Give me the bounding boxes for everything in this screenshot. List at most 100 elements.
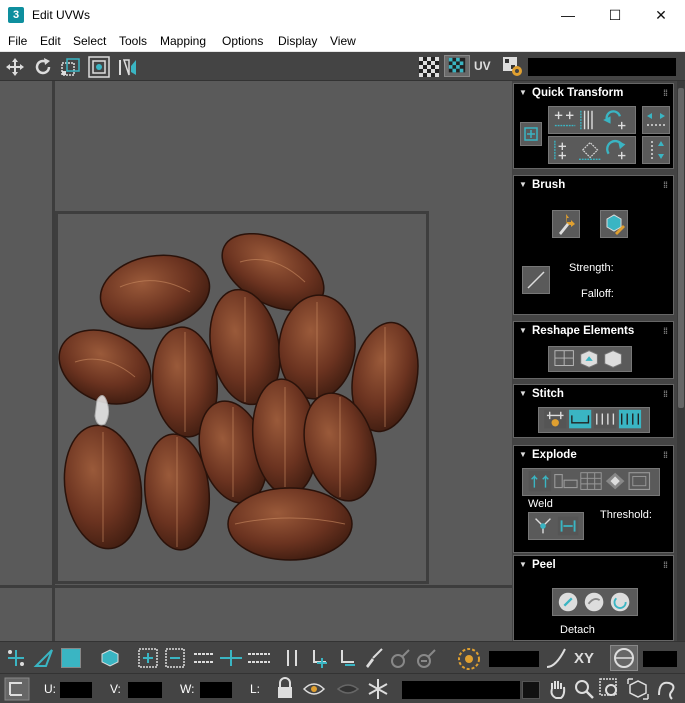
shrink-selection-icon[interactable] [163, 646, 187, 670]
v-field[interactable] [128, 682, 162, 698]
maximize-button[interactable]: ☐ [592, 0, 638, 30]
lock-icon[interactable] [274, 677, 296, 701]
peel-header[interactable]: ▼ Peel ⁞⁞ [514, 556, 673, 574]
uv-tile-border [55, 211, 429, 584]
paint-move-button[interactable] [552, 210, 580, 238]
falloff-space-icon [614, 648, 634, 668]
loop-ring-icons[interactable] [192, 646, 272, 670]
strength-label: Strength: [569, 262, 614, 274]
uv-label[interactable]: UV [474, 59, 491, 73]
stitch-title: Stitch [532, 388, 564, 400]
menu-display[interactable]: Display [278, 34, 317, 48]
space-horizontal-button[interactable] [642, 106, 670, 134]
checker-pattern-icon[interactable] [418, 56, 440, 78]
stitch-header[interactable]: ▼ Stitch ⁞⁞ [514, 385, 673, 403]
menu-options[interactable]: Options [222, 34, 263, 48]
zoom-extents-selected-icon[interactable] [654, 677, 680, 701]
scale-icon[interactable] [60, 56, 82, 78]
brush-line-button[interactable] [522, 266, 550, 294]
grip-icon: ⁞⁞ [663, 450, 668, 460]
remove-pin-icon[interactable] [336, 646, 360, 670]
quick-transform-rollout: ▼ Quick Transform ⁞⁞ [513, 83, 674, 169]
collapse-triangle-icon: ▼ [519, 326, 527, 335]
zoom-extents-icon[interactable] [626, 677, 650, 701]
quick-transform-header[interactable]: ▼ Quick Transform ⁞⁞ [514, 84, 673, 102]
collapse-triangle-icon: ▼ [519, 450, 527, 459]
face-select-button[interactable] [61, 648, 81, 668]
peel-tools-group[interactable] [552, 588, 638, 616]
menu-select[interactable]: Select [73, 34, 106, 48]
paint-select-icon[interactable] [362, 646, 386, 670]
uv-dropdown[interactable] [528, 58, 676, 76]
element-select-icon[interactable] [98, 646, 122, 670]
vertex-select-icon[interactable] [4, 646, 28, 670]
tool-panel: ▼ Quick Transform ⁞⁞ ▼ Brush ⁞⁞ Strength… [512, 81, 685, 641]
edge-select-icon[interactable] [32, 646, 56, 670]
reshape-header[interactable]: ▼ Reshape Elements ⁞⁞ [514, 322, 673, 340]
freeze-snowflake-icon[interactable] [366, 677, 390, 701]
filter-field[interactable] [402, 681, 520, 699]
weld-tools-group[interactable] [528, 512, 584, 540]
add-pin-icon[interactable] [308, 646, 332, 670]
menu-edit[interactable]: Edit [40, 34, 61, 48]
w-field[interactable] [200, 682, 232, 698]
falloff-distance-field[interactable] [643, 651, 677, 667]
zoom-icon[interactable] [572, 677, 596, 701]
grow-selection-icon[interactable] [136, 646, 160, 670]
menu-tools[interactable]: Tools [119, 34, 147, 48]
align-group-top[interactable] [548, 106, 636, 134]
stitch-rollout: ▼ Stitch ⁞⁞ [513, 384, 674, 438]
paint-shrink-icon[interactable] [414, 646, 438, 670]
space-vertical-icon [651, 141, 664, 159]
menu-view[interactable]: View [330, 34, 356, 48]
menu-file[interactable]: File [8, 34, 27, 48]
panel-scrollbar-thumb[interactable] [678, 88, 684, 408]
filter-dropdown-button[interactable] [522, 681, 540, 699]
soft-selection-value-field[interactable] [489, 651, 539, 667]
hide-icon[interactable] [336, 677, 360, 701]
freeform-icon[interactable] [88, 56, 110, 78]
soft-selection-icon[interactable] [456, 646, 482, 672]
pin-icon[interactable] [280, 646, 304, 670]
falloff-space-button[interactable] [610, 645, 638, 671]
quick-transform-title: Quick Transform [532, 87, 624, 99]
v-label: V: [110, 682, 121, 696]
align-group-bottom[interactable] [548, 136, 636, 164]
show-hidden-icon[interactable] [302, 677, 326, 701]
falloff-curve-icon[interactable] [544, 646, 568, 670]
pan-hand-icon[interactable] [546, 677, 570, 701]
mirror-icon[interactable] [116, 56, 138, 78]
xy-label[interactable]: XY [574, 650, 594, 667]
relax-brush-button[interactable] [600, 210, 628, 238]
reshape-tools-group[interactable] [548, 346, 632, 372]
uv-settings-icon[interactable] [502, 56, 524, 78]
align-center-button[interactable] [520, 122, 542, 146]
zoom-region-icon[interactable] [598, 677, 622, 701]
space-vertical-button[interactable] [642, 136, 670, 164]
grip-icon: ⁞⁞ [663, 88, 668, 98]
collapse-triangle-icon: ▼ [519, 389, 527, 398]
texture-toggle-button[interactable] [444, 55, 470, 77]
grip-icon: ⁞⁞ [663, 389, 668, 399]
collapse-triangle-icon: ▼ [519, 88, 527, 97]
close-button[interactable]: ✕ [638, 0, 684, 30]
paint-grow-icon[interactable] [388, 646, 412, 670]
title-bar: 3 Edit UVWs — ☐ ✕ [0, 0, 685, 30]
uv-viewport[interactable] [0, 81, 512, 641]
transform-mode-icon[interactable] [4, 677, 30, 701]
explode-header[interactable]: ▼ Explode ⁞⁞ [514, 446, 673, 464]
align-icons-bottom [554, 139, 626, 160]
brush-header[interactable]: ▼ Brush ⁞⁞ [514, 176, 673, 194]
explode-rollout: ▼ Explode ⁞⁞ Weld Threshold: [513, 445, 674, 553]
rotate-icon[interactable] [32, 56, 54, 78]
minimize-button[interactable]: — [545, 0, 591, 30]
stitch-tools-group[interactable] [538, 407, 650, 433]
menu-mapping[interactable]: Mapping [160, 34, 206, 48]
move-icon[interactable] [4, 56, 26, 78]
explode-tools-group[interactable] [522, 468, 660, 496]
brush-rollout: ▼ Brush ⁞⁞ Strength: Falloff: [513, 175, 674, 315]
explode-title: Explode [532, 449, 577, 461]
uv-toolbar: UV [0, 52, 685, 81]
texture-pattern-icon [448, 57, 466, 73]
u-field[interactable] [60, 682, 92, 698]
